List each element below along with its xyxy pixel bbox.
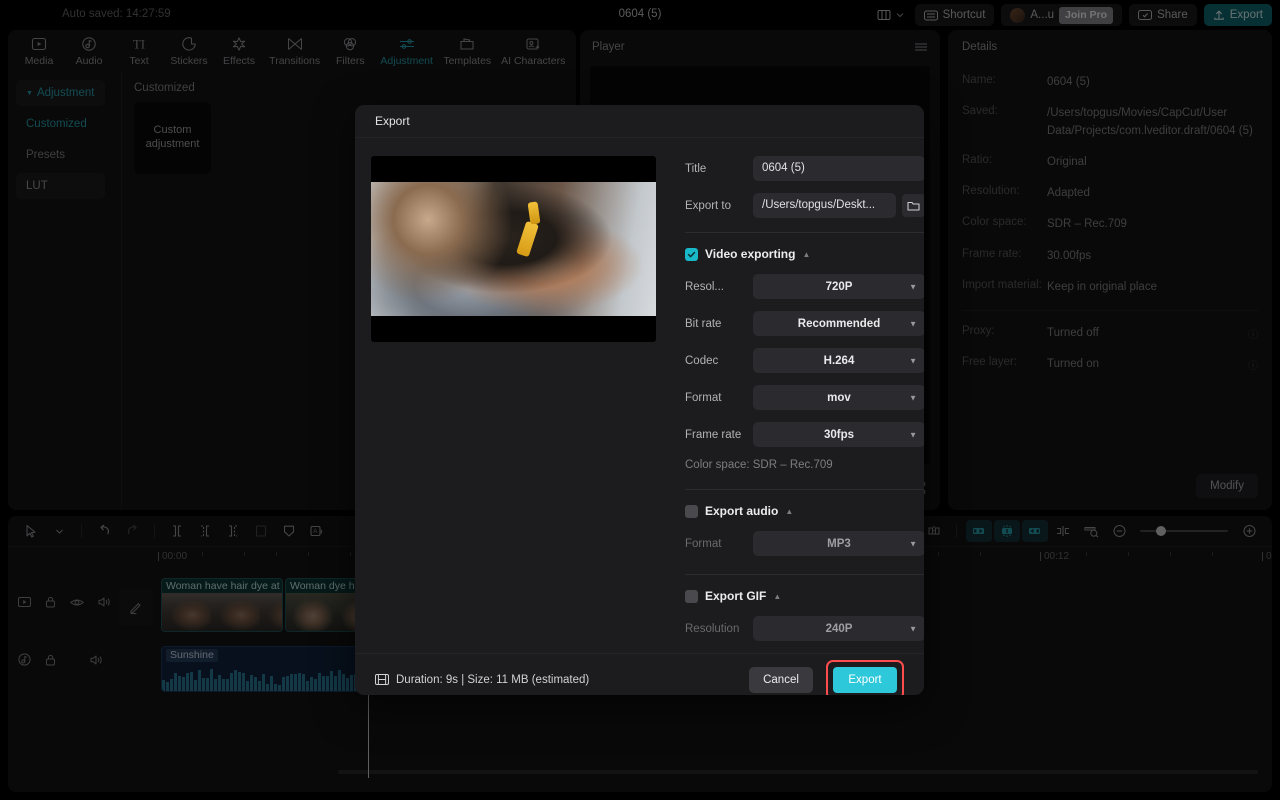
audio-format-value: MP3: [827, 537, 851, 550]
bitrate-label: Bit rate: [685, 317, 722, 330]
dialog-actions: Cancel Export: [749, 659, 904, 695]
video-exporting-section-header[interactable]: Video exporting ▲: [685, 247, 924, 261]
export-button-highlight: Export: [826, 659, 904, 695]
chevron-down-icon: ▼: [909, 393, 917, 402]
chevron-down-icon: ▼: [909, 319, 917, 328]
chevron-down-icon: ▼: [909, 624, 917, 633]
audio-format-select[interactable]: MP3 ▼: [753, 531, 924, 556]
form-divider: [685, 232, 924, 233]
title-row: Title: [685, 156, 924, 181]
export-dialog: Export Title Export to /Users/topgus/Des: [355, 105, 924, 695]
export-to-label: Export to: [685, 199, 732, 212]
codec-label: Codec: [685, 354, 719, 367]
video-exporting-checkbox[interactable]: [685, 247, 698, 261]
framerate-row: Frame rate 30fps ▼: [685, 422, 924, 447]
chevron-down-icon: ▼: [909, 539, 917, 548]
codec-select[interactable]: H.264 ▼: [753, 348, 924, 373]
chevron-down-icon: ▼: [909, 356, 917, 365]
export-dialog-body: Title Export to /Users/topgus/Deskt...: [355, 138, 924, 653]
export-to-control: /Users/topgus/Deskt...: [753, 193, 924, 218]
framerate-value: 30fps: [823, 428, 855, 441]
framerate-select[interactable]: 30fps ▼: [753, 422, 924, 447]
caret-up-icon[interactable]: ▲: [785, 507, 793, 516]
export-gif-checkbox[interactable]: [685, 589, 698, 603]
resolution-select[interactable]: 720P ▼: [753, 274, 924, 299]
gif-resolution-select[interactable]: 240P ▼: [753, 616, 924, 641]
caret-up-icon[interactable]: ▲: [773, 592, 781, 601]
export-audio-section-header[interactable]: Export audio ▲: [685, 504, 924, 518]
form-divider: [685, 574, 924, 575]
framerate-label: Frame rate: [685, 428, 742, 441]
folder-icon[interactable]: [902, 194, 924, 217]
export-gif-section-header[interactable]: Export GIF ▲: [685, 589, 924, 603]
preview-frame-image: [371, 182, 656, 316]
export-button[interactable]: Export: [833, 666, 897, 693]
cancel-button[interactable]: Cancel: [749, 666, 813, 693]
bitrate-value: Recommended: [797, 317, 881, 330]
resolution-row: Resol... 720P ▼: [685, 274, 924, 299]
gif-resolution-value: 240P: [825, 622, 853, 635]
chevron-down-icon: ▼: [909, 282, 917, 291]
export-gif-label: Export GIF: [705, 589, 767, 603]
bitrate-select[interactable]: Recommended ▼: [753, 311, 924, 336]
export-to-row: Export to /Users/topgus/Deskt...: [685, 193, 924, 218]
export-audio-checkbox[interactable]: [685, 504, 698, 518]
format-label: Format: [685, 391, 722, 404]
export-dialog-footer: Duration: 9s | Size: 11 MB (estimated) C…: [355, 653, 924, 695]
form-divider: [685, 489, 924, 490]
color-space-note: Color space: SDR – Rec.709: [685, 459, 833, 471]
format-row: Format mov ▼: [685, 385, 924, 410]
audio-format-label: Format: [685, 537, 722, 550]
export-form: Title Export to /Users/topgus/Deskt...: [671, 156, 924, 653]
video-preview: [371, 156, 656, 342]
caret-up-icon[interactable]: ▲: [802, 250, 810, 259]
title-field-label: Title: [685, 162, 707, 175]
export-audio-label: Export audio: [705, 504, 779, 518]
codec-value: H.264: [823, 354, 855, 367]
export-dialog-title: Export: [355, 105, 924, 138]
chevron-down-icon: ▼: [909, 430, 917, 439]
duration-text: Duration: 9s | Size: 11 MB (estimated): [396, 673, 590, 686]
resolution-value: 720P: [825, 280, 853, 293]
duration-info: Duration: 9s | Size: 11 MB (estimated): [375, 673, 589, 686]
gif-resolution-label: Resolution: [685, 622, 740, 635]
resolution-label: Resol...: [685, 280, 724, 293]
preview-column: [371, 156, 671, 653]
gif-resolution-row: Resolution 240P ▼: [685, 616, 924, 641]
bitrate-row: Bit rate Recommended ▼: [685, 311, 924, 336]
format-select[interactable]: mov ▼: [753, 385, 924, 410]
codec-row: Codec H.264 ▼: [685, 348, 924, 373]
title-input[interactable]: [753, 156, 924, 181]
film-icon: [375, 673, 389, 686]
audio-format-row: Format MP3 ▼: [685, 531, 924, 556]
export-to-value[interactable]: /Users/topgus/Deskt...: [753, 193, 896, 218]
video-exporting-label: Video exporting: [705, 247, 796, 261]
format-value: mov: [827, 391, 851, 404]
capcut-editor-window: Auto saved: 14:27:59 0604 (5) Shortcut A…: [0, 0, 1280, 800]
